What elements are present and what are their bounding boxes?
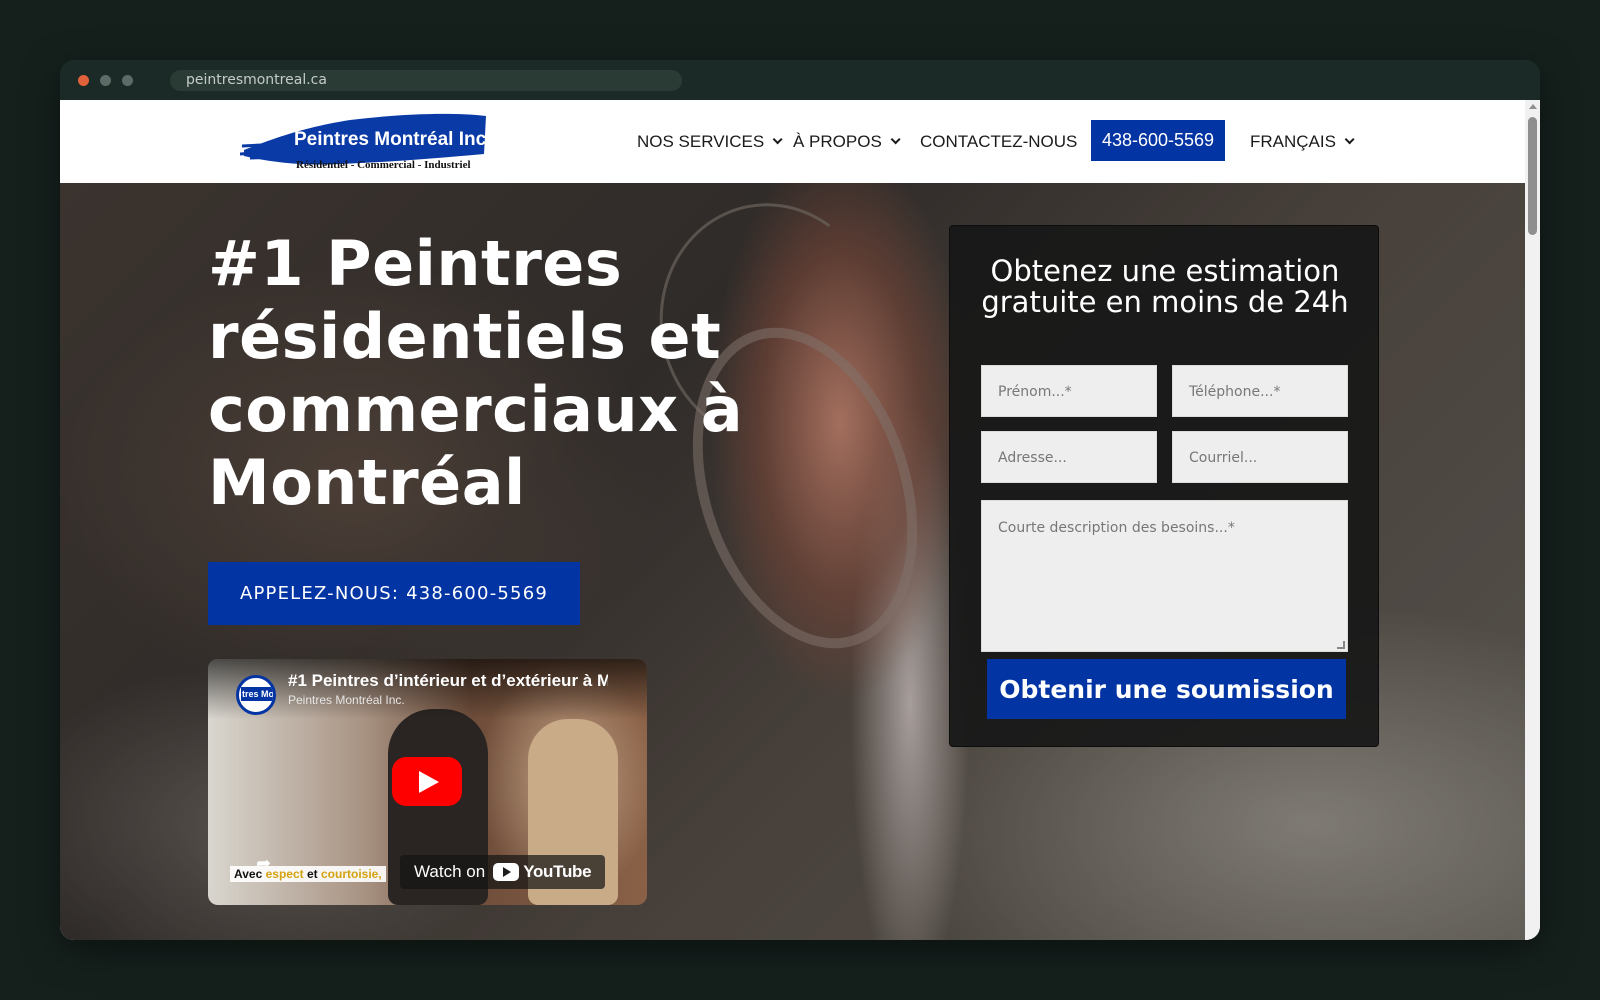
address-bar[interactable]: peintresmontreal.ca (170, 70, 682, 91)
nav-label-contact: CONTACTEZ-NOUS (920, 131, 1078, 151)
video-title[interactable]: #1 Peintres d’intérieur et d’extérieur à… (288, 671, 608, 691)
chevron-down-icon (890, 134, 901, 145)
nav-item-contact[interactable]: CONTACTEZ-NOUS (920, 100, 1077, 183)
header-phone-button[interactable]: 438-600-5569 (1091, 120, 1225, 161)
minimize-window-dot[interactable] (100, 75, 111, 86)
site-logo[interactable]: Peintres Montréal Inc. Résidentiel - Com… (239, 110, 491, 174)
nav-item-about[interactable]: À PROPOS (793, 100, 901, 183)
email-input[interactable]: Courriel... (1172, 431, 1348, 483)
language-selector[interactable]: FRANÇAIS (1250, 100, 1355, 183)
watch-on-label: Watch on (414, 862, 486, 881)
site-header: Peintres Montréal Inc. Résidentiel - Com… (60, 100, 1525, 183)
first-name-input[interactable]: Prénom...* (981, 365, 1157, 417)
play-icon[interactable] (392, 757, 462, 806)
resize-handle-icon[interactable] (1337, 641, 1345, 649)
browser-window: peintresmontreal.ca Peintres Montréal In… (60, 60, 1540, 940)
youtube-icon (493, 863, 520, 881)
call-us-button[interactable]: APPELEZ-NOUS: 438-600-5569 (208, 562, 580, 625)
page-scrollbar[interactable] (1525, 100, 1540, 940)
nav-item-services[interactable]: NOS SERVICES (637, 100, 783, 183)
logo-tagline: Résidentiel - Commercial - Industriel (296, 159, 471, 171)
hero-title: #1 Peintres résidentiels et commerciaux … (208, 227, 744, 519)
video-channel-name[interactable]: Peintres Montréal Inc. (288, 693, 405, 707)
submit-quote-button[interactable]: Obtenir une soumission (987, 659, 1346, 719)
video-caption: Avec espect et courtoisie, (230, 866, 386, 882)
description-textarea[interactable]: Courte description des besoins...* (981, 500, 1348, 652)
page-viewport: Peintres Montréal Inc. Résidentiel - Com… (60, 100, 1540, 940)
scroll-thumb[interactable] (1528, 117, 1537, 235)
youtube-logo: YouTube (493, 862, 592, 882)
estimate-form: Obtenez une estimation gratuite en moins… (949, 225, 1379, 747)
description-placeholder: Courte description des besoins...* (998, 520, 1235, 536)
nav-label-about: À PROPOS (793, 131, 882, 151)
share-icon[interactable]: ➦ (256, 855, 278, 873)
chevron-down-icon (1344, 134, 1355, 145)
phone-input[interactable]: Téléphone...* (1172, 365, 1348, 417)
browser-chrome: peintresmontreal.ca (60, 60, 1540, 100)
channel-avatar[interactable]: tres Mo (236, 675, 276, 715)
logo-name: Peintres Montréal Inc. (294, 129, 490, 150)
nav-label-services: NOS SERVICES (637, 131, 765, 151)
language-label: FRANÇAIS (1250, 131, 1336, 151)
scroll-up-icon[interactable] (1529, 104, 1537, 109)
channel-avatar-text: tres Mo (241, 687, 274, 701)
youtube-video-embed[interactable]: tres Mo #1 Peintres d’intérieur et d’ext… (208, 659, 647, 905)
chevron-down-icon (772, 134, 783, 145)
form-title: Obtenez une estimation gratuite en moins… (981, 254, 1349, 319)
address-input[interactable]: Adresse... (981, 431, 1157, 483)
watch-on-youtube-button[interactable]: Watch on YouTube (400, 855, 606, 889)
hero-section: #1 Peintres résidentiels et commerciaux … (60, 183, 1525, 940)
maximize-window-dot[interactable] (122, 75, 133, 86)
close-window-dot[interactable] (78, 75, 89, 86)
